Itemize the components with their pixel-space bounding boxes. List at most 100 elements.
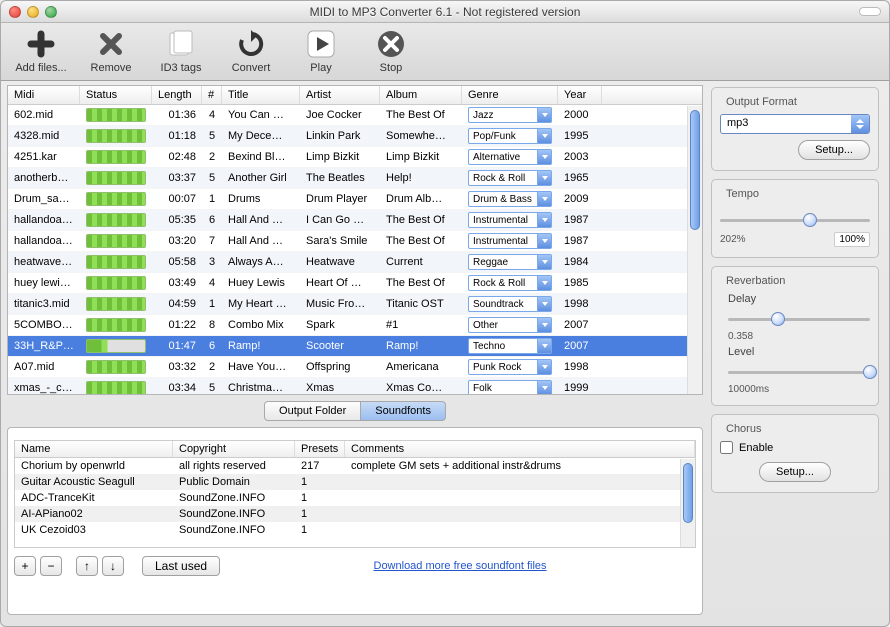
table-row[interactable]: 4251.kar02:482Bexind Bl…Limp BizkitLimp … xyxy=(8,147,702,168)
genre-select[interactable]: Soundtrack xyxy=(468,296,552,312)
status-bar xyxy=(86,192,146,206)
genre-select[interactable]: Instrumental xyxy=(468,212,552,228)
soundfonts-panel: Name Copyright Presets Comments Chorium … xyxy=(7,427,703,615)
genre-select[interactable]: Other xyxy=(468,317,552,333)
convert-button[interactable]: Convert xyxy=(221,27,281,74)
soundfont-row[interactable]: Guitar Acoustic SeagullPublic Domain1 xyxy=(15,474,695,490)
tempo-group: Tempo 202% 100% xyxy=(711,179,879,258)
col-midi[interactable]: Midi xyxy=(8,86,80,104)
status-bar xyxy=(86,318,146,332)
table-row[interactable]: heatwave…05:583Always A…HeatwaveCurrentR… xyxy=(8,252,702,273)
close-button[interactable] xyxy=(9,6,21,18)
genre-select[interactable]: Rock & Roll xyxy=(468,170,552,186)
minimize-button[interactable] xyxy=(27,6,39,18)
status-bar xyxy=(86,108,146,122)
col-title[interactable]: Title xyxy=(222,86,300,104)
chevron-down-icon xyxy=(537,192,551,206)
genre-select[interactable]: Techno xyxy=(468,338,552,354)
toolbar-toggle[interactable] xyxy=(859,7,881,16)
soundfont-row[interactable]: Chorium by openwrldall rights reserved21… xyxy=(15,458,695,474)
chorus-enable-checkbox[interactable]: Enable xyxy=(720,441,870,454)
chorus-setup-button[interactable]: Setup... xyxy=(759,462,831,482)
sf-last-used-button[interactable]: Last used xyxy=(142,556,220,576)
genre-select[interactable]: Pop/Funk xyxy=(468,128,552,144)
tempo-value: 202% xyxy=(720,234,746,245)
chevron-updown-icon xyxy=(851,115,869,133)
status-bar xyxy=(86,129,146,143)
col-artist[interactable]: Artist xyxy=(300,86,380,104)
soundfont-row[interactable]: UK Cezoid03SoundZone.INFO1 xyxy=(15,522,695,538)
chevron-down-icon xyxy=(537,213,551,227)
file-table-header: Midi Status Length # Title Artist Album … xyxy=(8,86,702,105)
stop-icon xyxy=(374,27,408,61)
table-row[interactable]: 602.mid01:364You Can …Joe CockerThe Best… xyxy=(8,105,702,126)
chevron-down-icon xyxy=(537,276,551,290)
table-row[interactable]: titanic3.mid04:591My Heart …Music Fro…Ti… xyxy=(8,294,702,315)
genre-select[interactable]: Instrumental xyxy=(468,233,552,249)
chorus-group: Chorus Enable Setup... xyxy=(711,414,879,493)
soundfonts-scrollbar[interactable] xyxy=(680,459,695,547)
sf-remove-button[interactable]: − xyxy=(40,556,62,576)
output-format-select[interactable]: mp3 xyxy=(720,114,870,134)
table-row[interactable]: 4328.mid01:185My Dece…Linkin ParkSomewhe… xyxy=(8,126,702,147)
status-bar xyxy=(86,381,146,394)
table-row[interactable]: hallandoa…03:207Hall And …Sara's SmileTh… xyxy=(8,231,702,252)
table-row[interactable]: A07.mid03:322Have You…OffspringAmericana… xyxy=(8,357,702,378)
status-bar xyxy=(86,276,146,290)
genre-select[interactable]: Punk Rock xyxy=(468,359,552,375)
tab-soundfonts[interactable]: Soundfonts xyxy=(361,401,446,421)
genre-select[interactable]: Reggae xyxy=(468,254,552,270)
table-row[interactable]: Drum_sa…00:071DrumsDrum PlayerDrum Alb…D… xyxy=(8,189,702,210)
table-row[interactable]: anotherb…03:375Another GirlThe BeatlesHe… xyxy=(8,168,702,189)
tags-icon xyxy=(164,27,198,61)
sf-col-comments[interactable]: Comments xyxy=(345,441,695,457)
genre-select[interactable]: Folk xyxy=(468,380,552,394)
chevron-down-icon xyxy=(537,318,551,332)
reverb-delay-slider[interactable] xyxy=(728,311,870,327)
file-table-scrollbar[interactable] xyxy=(687,106,702,394)
stop-button[interactable]: Stop xyxy=(361,27,421,74)
convert-icon xyxy=(234,27,268,61)
play-button[interactable]: Play xyxy=(291,27,351,74)
add-files-button[interactable]: Add files... xyxy=(11,27,71,74)
table-row[interactable]: xmas_-_c…03:345Christma…XmasXmas Co…Folk… xyxy=(8,378,702,394)
col-num[interactable]: # xyxy=(202,86,222,104)
table-row[interactable]: 5COMBO…01:228Combo MixSpark#1Other2007 xyxy=(8,315,702,336)
sf-col-copy[interactable]: Copyright xyxy=(173,441,295,457)
toolbar: Add files... Remove ID3 tags Convert Pla… xyxy=(1,23,889,81)
sf-up-button[interactable]: ↑ xyxy=(76,556,98,576)
status-bar xyxy=(86,297,146,311)
sf-download-link[interactable]: Download more free soundfont files xyxy=(374,560,547,572)
chevron-down-icon xyxy=(537,108,551,122)
col-album[interactable]: Album xyxy=(380,86,462,104)
reverb-group: Reverbation Delay 0.358 Level 10000ms xyxy=(711,266,879,406)
tab-output-folder[interactable]: Output Folder xyxy=(264,401,361,421)
chevron-down-icon xyxy=(537,339,551,353)
output-setup-button[interactable]: Setup... xyxy=(798,140,870,160)
zoom-button[interactable] xyxy=(45,6,57,18)
bottom-tabs: Output Folder Soundfonts xyxy=(7,401,703,421)
genre-select[interactable]: Rock & Roll xyxy=(468,275,552,291)
col-length[interactable]: Length xyxy=(152,86,202,104)
status-bar xyxy=(86,213,146,227)
genre-select[interactable]: Drum & Bass xyxy=(468,191,552,207)
table-row[interactable]: hallandoa…05:356Hall And …I Can Go …The … xyxy=(8,210,702,231)
sf-down-button[interactable]: ↓ xyxy=(102,556,124,576)
sf-col-name[interactable]: Name xyxy=(15,441,173,457)
remove-button[interactable]: Remove xyxy=(81,27,141,74)
sf-add-button[interactable]: + xyxy=(14,556,36,576)
genre-select[interactable]: Alternative xyxy=(468,149,552,165)
sf-col-presets[interactable]: Presets xyxy=(295,441,345,457)
genre-select[interactable]: Jazz xyxy=(468,107,552,123)
col-status[interactable]: Status xyxy=(80,86,152,104)
soundfont-row[interactable]: ADC-TranceKitSoundZone.INFO1 xyxy=(15,490,695,506)
table-row[interactable]: huey lewi…03:494Huey LewisHeart Of …The … xyxy=(8,273,702,294)
col-year[interactable]: Year xyxy=(558,86,602,104)
id3-tags-button[interactable]: ID3 tags xyxy=(151,27,211,74)
reverb-level-slider[interactable] xyxy=(728,364,870,380)
col-genre[interactable]: Genre xyxy=(462,86,558,104)
soundfont-row[interactable]: AI-APiano02SoundZone.INFO1 xyxy=(15,506,695,522)
tempo-slider[interactable] xyxy=(720,212,870,228)
table-row[interactable]: 33H_R&P…01:476Ramp!ScooterRamp!Techno200… xyxy=(8,336,702,357)
tempo-reset-button[interactable]: 100% xyxy=(834,232,870,247)
